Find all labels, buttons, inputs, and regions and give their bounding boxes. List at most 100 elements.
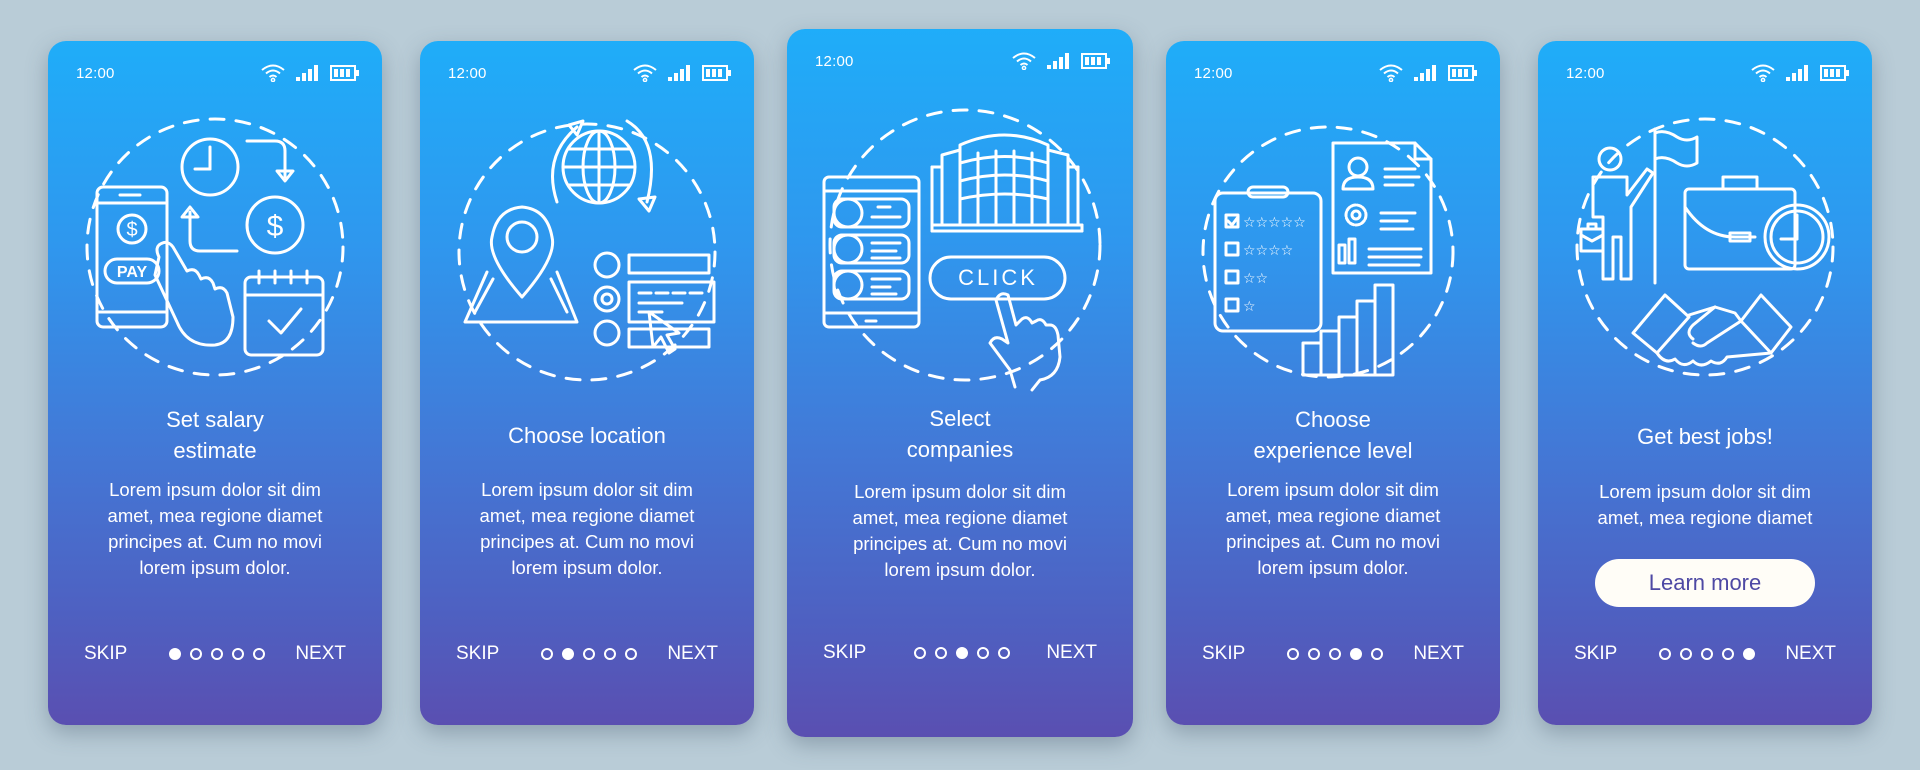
page-dot-5-active[interactable] xyxy=(1743,648,1756,660)
screen-title: Set salary estimate xyxy=(166,407,264,463)
skip-button[interactable]: SKIP xyxy=(823,642,866,664)
page-dot-1[interactable] xyxy=(1659,648,1672,660)
page-indicator xyxy=(541,648,638,660)
page-dot-3[interactable] xyxy=(211,648,224,660)
status-time: 12:00 xyxy=(1194,64,1233,82)
svg-text:PAY: PAY xyxy=(117,264,148,281)
signal-icon xyxy=(1414,65,1438,81)
signal-icon xyxy=(668,65,692,81)
onboarding-nav: SKIP NEXT xyxy=(787,642,1133,664)
page-dot-4[interactable] xyxy=(604,648,617,660)
dollar-coin-icon: $ xyxy=(116,213,148,245)
onboarding-nav: SKIP NEXT xyxy=(48,643,382,665)
screen-description: Lorem ipsum dolor sit dim amet, mea regio… xyxy=(107,479,323,578)
battery-icon xyxy=(702,65,732,81)
tablet-list-icon xyxy=(822,175,921,329)
location-globe-illustration xyxy=(457,119,717,382)
page-dot-2-active[interactable] xyxy=(562,648,575,660)
clock-icon xyxy=(180,137,240,197)
skip-button[interactable]: SKIP xyxy=(1574,643,1617,665)
page-dot-5[interactable] xyxy=(625,648,638,660)
screen-description: Lorem ipsum dolor sit dim amet, mea regio… xyxy=(479,479,695,578)
page-dot-4[interactable] xyxy=(977,647,990,659)
page-dot-1[interactable] xyxy=(914,647,927,659)
experience-rating-illustration: ☆☆☆☆☆ ☆☆☆☆ ☆☆ ☆ xyxy=(1201,125,1455,379)
status-bar: 12:00 xyxy=(1566,61,1850,85)
status-time: 12:00 xyxy=(448,64,487,82)
page-indicator xyxy=(1659,648,1756,660)
page-dot-3-active[interactable] xyxy=(956,647,969,659)
wifi-icon xyxy=(1378,64,1404,82)
svg-text:☆☆☆☆☆: ☆☆☆☆☆ xyxy=(1243,215,1306,231)
page-indicator xyxy=(1287,648,1384,660)
onboarding-screen-salary: 12:00 $ PAY $ Set salary estimate Lorem i… xyxy=(48,41,382,725)
signal-icon xyxy=(1047,53,1071,69)
next-button[interactable]: NEXT xyxy=(295,643,346,665)
screen-title: Select companies xyxy=(906,406,1014,462)
page-dot-3[interactable] xyxy=(583,648,596,660)
dollar-circle-icon: $ xyxy=(245,195,305,255)
skip-button[interactable]: SKIP xyxy=(84,643,127,665)
screen-title: Choose experience level xyxy=(1253,407,1413,463)
onboarding-screen-companies: 12:00 CLICK Select companies Lorem ipsum … xyxy=(787,29,1133,737)
radio-options-icon xyxy=(593,251,621,347)
page-dot-2[interactable] xyxy=(935,647,948,659)
page-dot-1[interactable] xyxy=(541,648,554,660)
page-dot-4-active[interactable] xyxy=(1350,648,1363,660)
page-dot-2[interactable] xyxy=(1680,648,1693,660)
page-dot-1-active[interactable] xyxy=(169,648,182,660)
page-dot-2[interactable] xyxy=(190,648,203,660)
page-dot-4[interactable] xyxy=(232,648,245,660)
screen-title: Choose location xyxy=(508,423,666,448)
svg-text:☆☆☆☆: ☆☆☆☆ xyxy=(1243,243,1293,259)
page-dot-5[interactable] xyxy=(253,648,266,660)
map-pin-icon xyxy=(463,205,579,324)
hand-pointer-icon xyxy=(988,292,1062,392)
wifi-icon xyxy=(632,64,658,82)
onboarding-nav: SKIP NEXT xyxy=(1166,643,1500,665)
learn-more-button[interactable]: Learn more xyxy=(1595,559,1815,607)
screen-description: Lorem ipsum dolor sit dim amet, mea regio… xyxy=(852,481,1068,580)
battery-icon xyxy=(330,65,360,81)
page-dot-5[interactable] xyxy=(998,647,1011,659)
wifi-icon xyxy=(1011,52,1037,70)
status-bar: 12:00 xyxy=(815,49,1111,73)
status-bar: 12:00 xyxy=(1194,61,1478,85)
onboarding-screen-location: 12:00 Choose location Lorem ipsum dolor … xyxy=(420,41,754,725)
wifi-icon xyxy=(1750,64,1776,82)
skip-button[interactable]: SKIP xyxy=(456,643,499,665)
status-bar: 12:00 xyxy=(448,61,732,85)
calendar-check-icon xyxy=(243,269,325,357)
signal-icon xyxy=(296,65,320,81)
salary-payment-illustration: $ PAY $ xyxy=(85,117,345,377)
next-button[interactable]: NEXT xyxy=(1046,642,1097,664)
onboarding-screen-experience: 12:00 ☆☆☆☆☆ ☆☆☆☆ ☆☆ ☆ Choose experience l… xyxy=(1166,41,1500,725)
svg-text:☆☆: ☆☆ xyxy=(1243,271,1268,287)
page-dot-3[interactable] xyxy=(1701,648,1714,660)
wifi-icon xyxy=(260,64,286,82)
skip-button[interactable]: SKIP xyxy=(1202,643,1245,665)
next-button[interactable]: NEXT xyxy=(1785,643,1836,665)
phone-icon xyxy=(95,185,169,329)
page-indicator xyxy=(914,647,1011,659)
briefcase-clock-icon xyxy=(1683,175,1831,271)
page-indicator xyxy=(169,648,266,660)
status-time: 12:00 xyxy=(815,52,854,70)
next-button[interactable]: NEXT xyxy=(1413,643,1464,665)
screen-description: Lorem ipsum dolor sit dim amet, mea regio… xyxy=(1225,479,1441,578)
svg-text:☆: ☆ xyxy=(1243,299,1256,315)
page-dot-1[interactable] xyxy=(1287,648,1300,660)
battery-icon xyxy=(1448,65,1478,81)
pay-button-icon: PAY xyxy=(103,257,161,285)
signal-icon xyxy=(1786,65,1810,81)
svg-text:CLICK: CLICK xyxy=(958,265,1038,290)
next-button[interactable]: NEXT xyxy=(667,643,718,665)
onboarding-nav: SKIP NEXT xyxy=(420,643,754,665)
svg-text:$: $ xyxy=(126,219,137,241)
page-dot-5[interactable] xyxy=(1371,648,1384,660)
page-dot-2[interactable] xyxy=(1308,648,1321,660)
clipboard-rating-icon: ☆☆☆☆☆ ☆☆☆☆ ☆☆ ☆ xyxy=(1213,185,1323,333)
page-dot-3[interactable] xyxy=(1329,648,1342,660)
onboarding-nav: SKIP NEXT xyxy=(1538,643,1872,665)
page-dot-4[interactable] xyxy=(1722,648,1735,660)
